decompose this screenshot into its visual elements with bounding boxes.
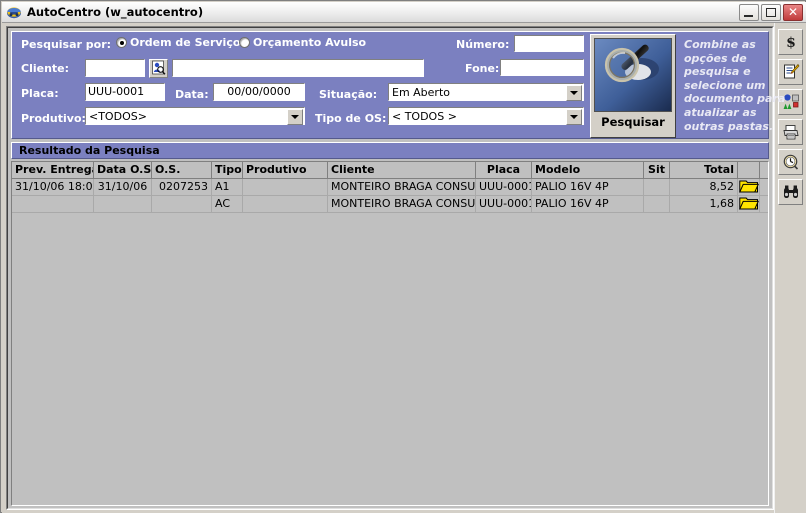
col-header-os[interactable]: O.S.	[152, 162, 212, 178]
col-header-produtivo[interactable]: Produtivo	[243, 162, 328, 178]
title-bar: AutoCentro (w_autocentro) ✕	[2, 2, 806, 23]
produtivo-select[interactable]: <TODOS>	[85, 107, 305, 125]
numero-label: Número:	[456, 38, 510, 51]
tipo-os-label: Tipo de OS:	[315, 112, 387, 125]
cell-modelo: PALIO 16V 4P	[532, 196, 644, 213]
magnifier-icon	[594, 38, 672, 112]
results-grid-body: 31/10/06 18:00 31/10/06 0207253 A1 MONTE…	[12, 179, 768, 505]
pesquisar-button[interactable]: Pesquisar	[590, 34, 676, 138]
minimize-button[interactable]	[739, 4, 759, 21]
cell-modelo: PALIO 16V 4P	[532, 179, 644, 196]
results-section-header: Resultado da Pesquisa	[11, 142, 769, 159]
window-title: AutoCentro (w_autocentro)	[27, 5, 204, 19]
situacao-label: Situação:	[319, 88, 378, 101]
radio-dot-unselected-icon	[239, 37, 250, 48]
placa-input[interactable]: UUU-0001	[85, 83, 165, 101]
open-document-button[interactable]	[738, 179, 760, 196]
cell-placa: UUU-0001	[476, 179, 532, 196]
cell-sit	[644, 179, 670, 196]
cell-prev-entrega: 31/10/06 18:00	[12, 179, 94, 196]
radio-ordem-de-servico-label: Ordem de Serviço	[130, 36, 241, 49]
results-section-title: Resultado da Pesquisa	[19, 144, 160, 157]
maximize-button[interactable]	[761, 4, 781, 21]
numero-input[interactable]	[514, 35, 584, 52]
cliente-name-input[interactable]	[172, 59, 424, 77]
col-header-open[interactable]	[738, 162, 760, 178]
fone-input[interactable]	[500, 59, 584, 76]
placa-label: Placa:	[21, 87, 59, 100]
col-header-cliente[interactable]: Cliente	[328, 162, 476, 178]
chevron-down-icon[interactable]	[566, 85, 582, 101]
main-pane-inner: Pesquisar por: Ordem de Serviço Orçament…	[7, 27, 785, 509]
search-criteria-panel: Pesquisar por: Ordem de Serviço Orçament…	[11, 31, 785, 139]
cell-spacer	[760, 179, 768, 196]
table-row[interactable]: 31/10/06 18:00 31/10/06 0207253 A1 MONTE…	[12, 179, 768, 196]
situacao-select[interactable]: Em Aberto	[388, 83, 584, 101]
autocentro-app-icon	[6, 4, 22, 20]
main-pane: Pesquisar por: Ordem de Serviço Orçament…	[6, 26, 785, 510]
col-header-total[interactable]: Total	[670, 162, 738, 178]
tipo-os-select-value: < TODOS >	[392, 110, 457, 123]
cell-os	[152, 196, 212, 213]
produtivo-label: Produtivo:	[21, 112, 86, 125]
cell-placa: UUU-0001	[476, 196, 532, 213]
cell-data-os	[94, 196, 152, 213]
cell-produtivo	[243, 196, 328, 213]
results-grid-header: Prev. Entrega Data O.S O.S. Tipo Produti…	[12, 162, 768, 179]
chevron-down-icon[interactable]	[566, 109, 582, 125]
toolbar-button-clock[interactable]	[778, 149, 803, 175]
chevron-down-icon[interactable]	[287, 109, 303, 125]
open-document-button[interactable]	[738, 196, 760, 213]
cell-produtivo	[243, 179, 328, 196]
cell-sit	[644, 196, 670, 213]
cliente-code-input[interactable]	[85, 59, 145, 77]
col-header-sit[interactable]: Sit	[644, 162, 670, 178]
window-controls: ✕	[739, 4, 803, 21]
radio-orcamento-avulso-label: Orçamento Avulso	[253, 36, 367, 49]
situacao-select-value: Em Aberto	[392, 86, 451, 99]
search-by-label: Pesquisar por:	[21, 38, 112, 51]
lookup-person-icon	[151, 60, 166, 78]
data-input[interactable]: 00/00/0000	[213, 83, 305, 101]
cell-spacer	[760, 196, 768, 213]
toolbar-button-binoculars[interactable]	[778, 179, 803, 205]
radio-orcamento-avulso[interactable]: Orçamento Avulso	[239, 36, 366, 49]
col-header-spacer	[760, 162, 768, 178]
col-header-modelo[interactable]: Modelo	[532, 162, 644, 178]
cell-cliente: MONTEIRO BRAGA CONSULT	[328, 196, 476, 213]
tipo-os-select[interactable]: < TODOS >	[388, 107, 584, 125]
col-header-prev-entrega[interactable]: Prev. Entrega	[12, 162, 94, 178]
cell-tipo: AC	[212, 196, 243, 213]
radio-dot-selected-icon	[116, 37, 127, 48]
search-hint-text: Combine as opções de pesquisa e selecion…	[684, 38, 790, 133]
application-window: AutoCentro (w_autocentro) ✕ $ Pesquisar …	[0, 0, 806, 513]
cell-data-os: 31/10/06	[94, 179, 152, 196]
cell-prev-entrega	[12, 196, 94, 213]
radio-ordem-de-servico[interactable]: Ordem de Serviço	[116, 36, 240, 49]
produtivo-select-value: <TODOS>	[89, 110, 147, 123]
clock-icon	[782, 153, 800, 171]
binoculars-icon	[782, 183, 800, 201]
cliente-lookup-button[interactable]	[149, 59, 168, 78]
col-header-placa[interactable]: Placa	[476, 162, 532, 178]
cell-cliente: MONTEIRO BRAGA CONSULT	[328, 179, 476, 196]
cell-os: 0207253	[152, 179, 212, 196]
close-button[interactable]: ✕	[783, 4, 803, 21]
client-area: $ Pesquisar por: Ordem de Serviço Orçame…	[2, 23, 806, 513]
folder-icon	[738, 178, 759, 196]
col-header-tipo[interactable]: Tipo	[212, 162, 243, 178]
table-row[interactable]: AC MONTEIRO BRAGA CONSULT UUU-0001 PALIO…	[12, 196, 768, 213]
cell-total: 8,52	[670, 179, 738, 196]
cliente-label: Cliente:	[21, 62, 70, 75]
fone-label: Fone:	[465, 62, 500, 75]
cell-tipo: A1	[212, 179, 243, 196]
data-label: Data:	[175, 88, 209, 101]
col-header-data-os[interactable]: Data O.S	[94, 162, 152, 178]
pesquisar-button-label: Pesquisar	[601, 115, 665, 129]
cell-total: 1,68	[670, 196, 738, 213]
folder-icon	[738, 195, 759, 213]
results-grid[interactable]: Prev. Entrega Data O.S O.S. Tipo Produti…	[11, 161, 769, 506]
